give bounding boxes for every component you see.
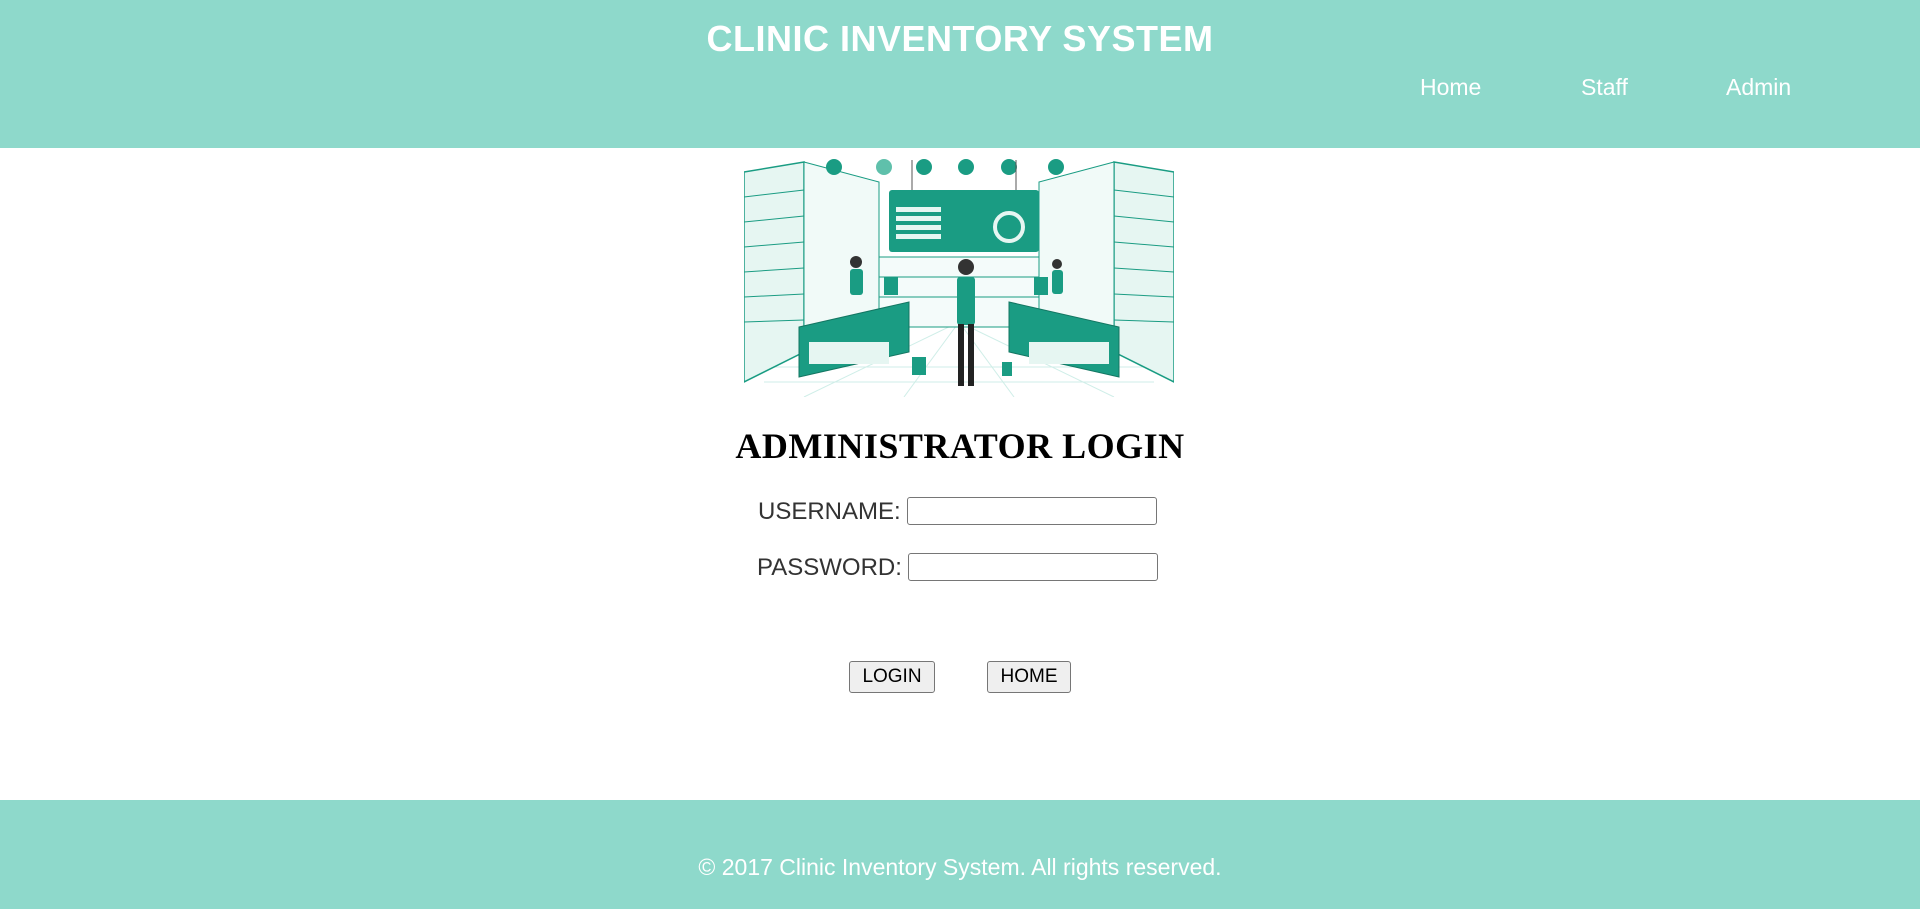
main-nav: Home Staff Admin: [0, 74, 1920, 104]
nav-link-admin[interactable]: Admin: [1726, 74, 1791, 101]
login-button[interactable]: LOGIN: [849, 661, 935, 693]
site-header: CLINIC INVENTORY SYSTEM Home Staff Admin: [0, 0, 1920, 148]
password-row: PASSWORD:: [0, 551, 1920, 585]
password-input[interactable]: [908, 553, 1158, 581]
nav-link-staff[interactable]: Staff: [1581, 74, 1628, 101]
copyright-text: © 2017 Clinic Inventory System. All righ…: [698, 854, 1222, 880]
pharmacy-illustration: [744, 159, 1174, 397]
login-heading: ADMINISTRATOR LOGIN: [735, 426, 1185, 466]
home-button[interactable]: HOME: [987, 661, 1071, 693]
username-label: USERNAME:: [758, 498, 901, 525]
site-title: CLINIC INVENTORY SYSTEM: [706, 18, 1214, 59]
username-row: USERNAME:: [0, 495, 1920, 529]
site-footer: © 2017 Clinic Inventory System. All righ…: [0, 800, 1920, 909]
password-label: PASSWORD:: [757, 554, 902, 581]
nav-link-home[interactable]: Home: [1420, 74, 1481, 101]
username-input[interactable]: [907, 497, 1157, 525]
